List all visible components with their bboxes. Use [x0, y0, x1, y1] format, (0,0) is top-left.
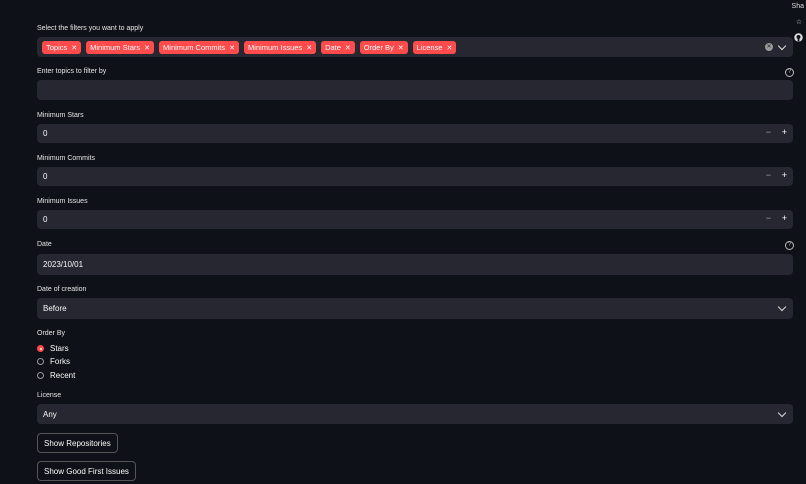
increment-button[interactable]: +	[782, 170, 787, 180]
tag-minimum-issues[interactable]: Minimum Issues ✕	[244, 41, 317, 54]
chevron-down-icon	[777, 302, 787, 312]
radio-forks[interactable]: Forks	[37, 357, 70, 366]
github-icon[interactable]	[794, 33, 803, 44]
decrement-button[interactable]: −	[766, 127, 771, 137]
radio-recent[interactable]: Recent	[37, 371, 75, 380]
license-label: License	[37, 392, 62, 399]
order-by-label: Order By	[37, 330, 66, 337]
radio-selected-icon[interactable]	[37, 345, 44, 352]
tag-order-by[interactable]: Order By ✕	[359, 41, 408, 54]
share-label[interactable]: Sha	[792, 3, 804, 10]
date-of-creation-select[interactable]: Before	[37, 298, 793, 319]
radio-stars[interactable]: Stars	[37, 344, 69, 353]
topics-label: Enter topics to filter by	[37, 68, 107, 75]
tag-date[interactable]: Date ✕	[321, 41, 355, 54]
remove-tag-icon[interactable]: ✕	[71, 44, 77, 52]
topics-input[interactable]	[37, 80, 793, 100]
min-commits-label: Minimum Commits	[37, 155, 95, 162]
chevron-down-icon[interactable]	[777, 41, 787, 51]
filters-label: Select the filters you want to apply	[37, 25, 144, 32]
chevron-down-icon	[777, 408, 787, 418]
radio-unselected-icon[interactable]	[37, 372, 44, 379]
filters-multiselect[interactable]: Topics ✕ Minimum Stars ✕ Minimum Commits ✕ …	[37, 37, 793, 57]
min-stars-value: 0	[43, 129, 48, 138]
tag-topics[interactable]: Topics ✕	[42, 41, 82, 54]
tag-minimum-stars[interactable]: Minimum Stars ✕	[86, 41, 155, 54]
increment-button[interactable]: +	[782, 127, 787, 137]
help-icon[interactable]: ?	[785, 241, 794, 250]
date-label: Date	[37, 241, 52, 248]
date-of-creation-label: Date of creation	[37, 286, 87, 293]
date-value: 2023/10/01	[43, 260, 84, 269]
help-icon[interactable]: ?	[785, 68, 794, 77]
show-repositories-button[interactable]: Show Repositories	[37, 433, 118, 453]
min-issues-input[interactable]: 0 − +	[37, 210, 793, 229]
decrement-button[interactable]: −	[766, 213, 771, 223]
show-good-first-issues-button[interactable]: Show Good First Issues	[37, 461, 136, 481]
remove-tag-icon[interactable]: ✕	[345, 44, 351, 52]
min-issues-label: Minimum Issues	[37, 198, 88, 205]
remove-tag-icon[interactable]: ✕	[306, 44, 312, 52]
radio-unselected-icon[interactable]	[37, 358, 44, 365]
license-value: Any	[43, 410, 57, 419]
tag-minimum-commits[interactable]: Minimum Commits ✕	[159, 41, 239, 54]
tag-license[interactable]: License ✕	[412, 41, 457, 54]
date-input[interactable]: 2023/10/01	[37, 254, 793, 275]
decrement-button[interactable]: −	[766, 170, 771, 180]
min-commits-input[interactable]: 0 − +	[37, 167, 793, 186]
min-issues-value: 0	[43, 215, 48, 224]
filter-tags: Topics ✕ Minimum Stars ✕ Minimum Commits ✕ …	[42, 41, 461, 54]
remove-tag-icon[interactable]: ✕	[144, 44, 150, 52]
increment-button[interactable]: +	[782, 213, 787, 223]
star-icon[interactable]: ☆	[796, 18, 802, 26]
min-stars-label: Minimum Stars	[37, 112, 84, 119]
min-stars-input[interactable]: 0 − +	[37, 124, 793, 143]
date-of-creation-value: Before	[43, 304, 67, 313]
min-commits-value: 0	[43, 172, 48, 181]
remove-tag-icon[interactable]: ✕	[447, 44, 453, 52]
remove-tag-icon[interactable]: ✕	[229, 44, 235, 52]
license-select[interactable]: Any	[37, 404, 793, 424]
remove-tag-icon[interactable]: ✕	[398, 44, 404, 52]
clear-icon[interactable]: ✕	[765, 43, 773, 51]
